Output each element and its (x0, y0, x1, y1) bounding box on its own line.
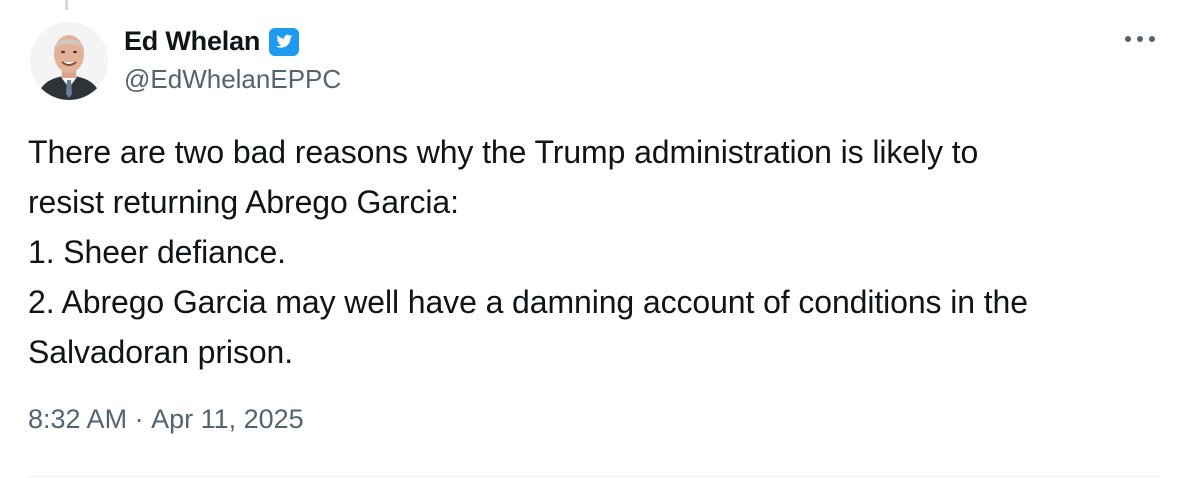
tweet-text-line: There are two bad reasons why the Trump … (28, 134, 979, 170)
tweet-date[interactable]: Apr 11, 2025 (151, 404, 304, 435)
avatar[interactable] (30, 22, 108, 100)
timestamp-separator: · (127, 404, 152, 434)
tweet-timestamp[interactable]: 8:32 AM · Apr 11, 2025 (28, 404, 304, 435)
divider (28, 476, 1160, 477)
tweet-text-line: Salvadoran prison. (28, 334, 294, 370)
twitter-bird-verified-icon (268, 27, 300, 57)
author-handle[interactable]: @EdWhelanEPPC (124, 64, 341, 95)
tweet-text-line: 1. Sheer defiance. (28, 234, 286, 270)
tweet-text-line: resist returning Abrego Garcia: (28, 184, 459, 220)
ellipsis-icon (1125, 36, 1155, 42)
tweet-time[interactable]: 8:32 AM (28, 404, 127, 435)
avatar-photo (30, 22, 108, 100)
author-name-row[interactable]: Ed Whelan (124, 22, 300, 60)
tweet-body: There are two bad reasons why the Trump … (28, 127, 1168, 377)
tweet-text-line: 2. Abrego Garcia may well have a damning… (28, 284, 1028, 320)
thread-connector-line (65, 0, 68, 10)
more-options-button[interactable] (1120, 22, 1160, 56)
author-display-name[interactable]: Ed Whelan (124, 26, 260, 57)
